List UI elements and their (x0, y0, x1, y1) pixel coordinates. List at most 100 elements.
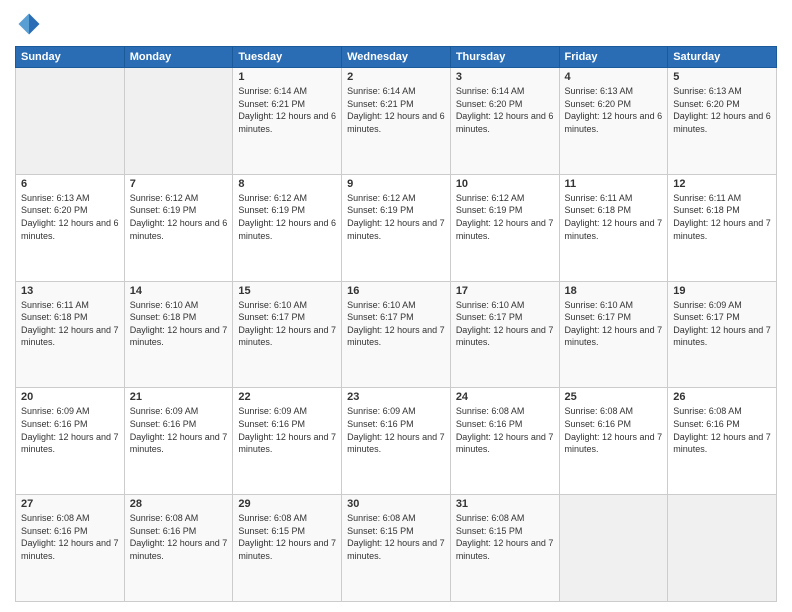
calendar-cell: 15 Sunrise: 6:10 AMSunset: 6:17 PMDayligh… (233, 281, 342, 388)
calendar-cell: 20Sunrise: 6:09 AMSunset: 6:16 PMDayligh… (16, 388, 125, 495)
day-number: 2 (347, 71, 445, 83)
calendar-header: SundayMondayTuesdayWednesdayThursdayFrid… (16, 47, 777, 68)
calendar-cell: 8 Sunrise: 6:12 AMSunset: 6:19 PMDaylight… (233, 174, 342, 281)
calendar-week-row: 6Sunrise: 6:13 AMSunset: 6:20 PMDaylight… (16, 174, 777, 281)
day-number: 13 (21, 285, 119, 297)
page-header (15, 10, 777, 38)
calendar-cell (559, 495, 668, 602)
calendar-cell: 30Sunrise: 6:08 AMSunset: 6:15 PMDayligh… (342, 495, 451, 602)
day-number: 15 (238, 285, 336, 297)
logo-icon (15, 10, 43, 38)
calendar-cell: 1Sunrise: 6:14 AMSunset: 6:21 PMDaylight… (233, 68, 342, 175)
calendar-cell: 27 Sunrise: 6:08 AMSunset: 6:16 PMDayligh… (16, 495, 125, 602)
calendar-cell: 24 Sunrise: 6:08 AMSunset: 6:16 PMDayligh… (450, 388, 559, 495)
calendar-cell (16, 68, 125, 175)
day-info: Sunrise: 6:08 AMSunset: 6:16 PMDaylight:… (21, 512, 119, 562)
day-number: 26 (673, 391, 771, 403)
calendar-cell: 19 Sunrise: 6:09 AMSunset: 6:17 PMDayligh… (668, 281, 777, 388)
day-number: 3 (456, 71, 554, 83)
day-number: 21 (130, 391, 228, 403)
calendar-week-row: 27 Sunrise: 6:08 AMSunset: 6:16 PMDayligh… (16, 495, 777, 602)
calendar-cell: 4 Sunrise: 6:13 AMSunset: 6:20 PMDaylight… (559, 68, 668, 175)
calendar-table: SundayMondayTuesdayWednesdayThursdayFrid… (15, 46, 777, 602)
day-number: 28 (130, 498, 228, 510)
day-info: Sunrise: 6:12 AMSunset: 6:19 PMDaylight:… (238, 192, 336, 242)
calendar-cell: 28 Sunrise: 6:08 AMSunset: 6:16 PMDayligh… (124, 495, 233, 602)
day-info: Sunrise: 6:10 AMSunset: 6:18 PMDaylight:… (130, 299, 228, 349)
day-info: Sunrise: 6:11 AMSunset: 6:18 PMDaylight:… (673, 192, 771, 242)
day-info: Sunrise: 6:10 AMSunset: 6:17 PMDaylight:… (347, 299, 445, 349)
day-number: 8 (238, 178, 336, 190)
day-info: Sunrise: 6:14 AMSunset: 6:21 PMDaylight:… (347, 85, 445, 135)
calendar-cell: 17 Sunrise: 6:10 AMSunset: 6:17 PMDayligh… (450, 281, 559, 388)
calendar-cell: 25Sunrise: 6:08 AMSunset: 6:16 PMDayligh… (559, 388, 668, 495)
weekday-header: Tuesday (233, 47, 342, 68)
calendar-body: 1 Sunrise: 6:14 AMSunset: 6:21 PMDaylight… (16, 68, 777, 602)
day-number: 22 (238, 391, 336, 403)
calendar-week-row: 1 Sunrise: 6:14 AMSunset: 6:21 PMDaylight… (16, 68, 777, 175)
day-info: Sunrise: 6:08 AMSunset: 6:16 PMDaylight:… (565, 405, 663, 455)
day-number: 1 (238, 71, 336, 83)
day-info: Sunrise: 6:14 AMSunset: 6:20 PMDaylight:… (456, 85, 554, 135)
day-info: Sunrise: 6:09 AMSunset: 6:16 PMDaylight:… (130, 405, 228, 455)
weekday-header: Sunday (16, 47, 125, 68)
day-number: 17 (456, 285, 554, 297)
day-info: Sunrise: 6:12 AMSunset: 6:19 PMDaylight:… (130, 192, 228, 242)
day-info: Sunrise: 6:08 AMSunset: 6:15 PMDaylight:… (238, 512, 336, 562)
day-number: 27 (21, 498, 119, 510)
day-number: 24 (456, 391, 554, 403)
day-info: Sunrise: 6:08 AMSunset: 6:16 PMDaylight:… (456, 405, 554, 455)
day-info: Sunrise: 6:09 AMSunset: 6:16 PMDaylight:… (238, 405, 336, 455)
calendar-cell: 21 Sunrise: 6:09 AMSunset: 6:16 PMDayligh… (124, 388, 233, 495)
calendar-cell: 6Sunrise: 6:13 AMSunset: 6:20 PMDaylight… (16, 174, 125, 281)
day-number: 6 (21, 178, 119, 190)
day-number: 4 (565, 71, 663, 83)
day-number: 10 (456, 178, 554, 190)
day-number: 19 (673, 285, 771, 297)
calendar-page: SundayMondayTuesdayWednesdayThursdayFrid… (0, 0, 792, 612)
day-number: 16 (347, 285, 445, 297)
day-info: Sunrise: 6:13 AMSunset: 6:20 PMDaylight:… (673, 85, 771, 135)
weekday-header: Friday (559, 47, 668, 68)
calendar-cell: 14 Sunrise: 6:10 AMSunset: 6:18 PMDayligh… (124, 281, 233, 388)
weekday-header: Monday (124, 47, 233, 68)
day-info: Sunrise: 6:11 AMSunset: 6:18 PMDaylight:… (565, 192, 663, 242)
calendar-week-row: 13 Sunrise: 6:11 AMSunset: 6:18 PMDayligh… (16, 281, 777, 388)
calendar-cell: 10 Sunrise: 6:12 AMSunset: 6:19 PMDayligh… (450, 174, 559, 281)
calendar-cell: 23Sunrise: 6:09 AMSunset: 6:16 PMDayligh… (342, 388, 451, 495)
weekday-header: Thursday (450, 47, 559, 68)
calendar-cell: 22 Sunrise: 6:09 AMSunset: 6:16 PMDayligh… (233, 388, 342, 495)
day-number: 29 (238, 498, 336, 510)
calendar-cell: 5Sunrise: 6:13 AMSunset: 6:20 PMDaylight… (668, 68, 777, 175)
weekday-row: SundayMondayTuesdayWednesdayThursdayFrid… (16, 47, 777, 68)
day-number: 14 (130, 285, 228, 297)
calendar-cell: 13 Sunrise: 6:11 AMSunset: 6:18 PMDayligh… (16, 281, 125, 388)
day-info: Sunrise: 6:11 AMSunset: 6:18 PMDaylight:… (21, 299, 119, 349)
calendar-cell: 29 Sunrise: 6:08 AMSunset: 6:15 PMDayligh… (233, 495, 342, 602)
calendar-cell: 2 Sunrise: 6:14 AMSunset: 6:21 PMDaylight… (342, 68, 451, 175)
day-info: Sunrise: 6:12 AMSunset: 6:19 PMDaylight:… (347, 192, 445, 242)
day-number: 12 (673, 178, 771, 190)
day-info: Sunrise: 6:10 AMSunset: 6:17 PMDaylight:… (565, 299, 663, 349)
calendar-cell: 16 Sunrise: 6:10 AMSunset: 6:17 PMDayligh… (342, 281, 451, 388)
logo (15, 10, 47, 38)
day-number: 11 (565, 178, 663, 190)
day-number: 9 (347, 178, 445, 190)
day-info: Sunrise: 6:10 AMSunset: 6:17 PMDaylight:… (456, 299, 554, 349)
calendar-week-row: 20Sunrise: 6:09 AMSunset: 6:16 PMDayligh… (16, 388, 777, 495)
day-info: Sunrise: 6:08 AMSunset: 6:16 PMDaylight:… (130, 512, 228, 562)
day-info: Sunrise: 6:09 AMSunset: 6:17 PMDaylight:… (673, 299, 771, 349)
weekday-header: Saturday (668, 47, 777, 68)
day-info: Sunrise: 6:08 AMSunset: 6:15 PMDaylight:… (347, 512, 445, 562)
day-info: Sunrise: 6:10 AMSunset: 6:17 PMDaylight:… (238, 299, 336, 349)
day-info: Sunrise: 6:08 AMSunset: 6:15 PMDaylight:… (456, 512, 554, 562)
day-info: Sunrise: 6:13 AMSunset: 6:20 PMDaylight:… (565, 85, 663, 135)
day-info: Sunrise: 6:09 AMSunset: 6:16 PMDaylight:… (347, 405, 445, 455)
calendar-cell (124, 68, 233, 175)
day-number: 7 (130, 178, 228, 190)
calendar-cell: 18Sunrise: 6:10 AMSunset: 6:17 PMDayligh… (559, 281, 668, 388)
day-info: Sunrise: 6:12 AMSunset: 6:19 PMDaylight:… (456, 192, 554, 242)
calendar-cell (668, 495, 777, 602)
calendar-cell: 7 Sunrise: 6:12 AMSunset: 6:19 PMDaylight… (124, 174, 233, 281)
calendar-cell: 11 Sunrise: 6:11 AMSunset: 6:18 PMDayligh… (559, 174, 668, 281)
